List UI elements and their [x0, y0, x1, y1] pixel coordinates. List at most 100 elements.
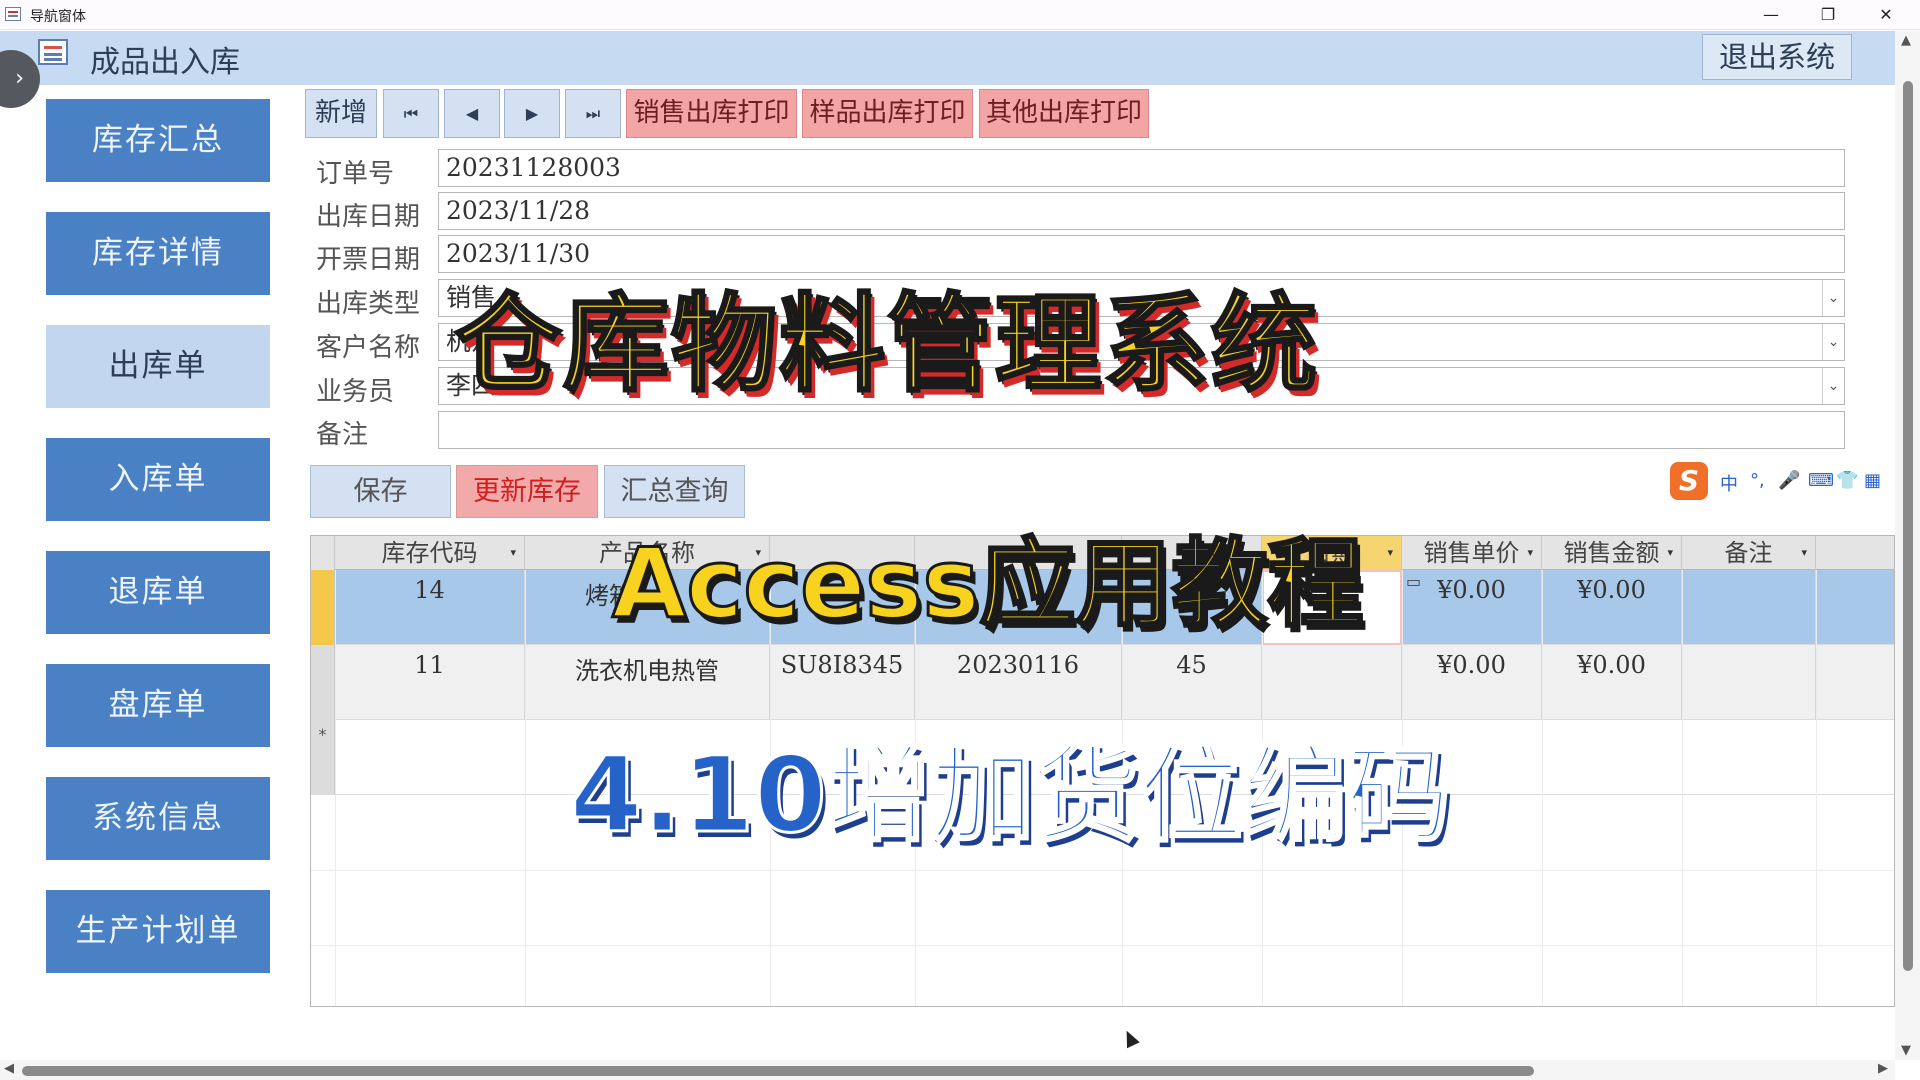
cell-unit-price[interactable]: ¥0.00 — [1402, 645, 1542, 720]
caption-system-title: 仓库物料管理系统 — [454, 282, 1319, 408]
last-record-icon[interactable]: ⏭ — [565, 89, 621, 138]
minimize-button[interactable]: — — [1743, 2, 1799, 28]
cell-amount[interactable]: ¥0.00 — [1542, 645, 1682, 720]
window-title: 导航窗体 — [30, 9, 86, 25]
customer-label: 客户名称 — [316, 333, 421, 363]
exit-system-button[interactable]: 退出系统 — [1702, 34, 1852, 80]
calendar-icon[interactable]: ▭ — [1406, 572, 1421, 591]
horizontal-scroll-thumb[interactable] — [22, 1066, 1534, 1076]
scroll-right-icon[interactable]: ▶ — [1878, 1061, 1888, 1076]
cell-model[interactable]: SU8I8345 — [770, 645, 915, 720]
caption-tutorial-title: Access应用教程 — [611, 527, 1365, 642]
scroll-up-icon[interactable]: ▲ — [1901, 33, 1911, 48]
chevron-down-icon[interactable]: ⌄ — [1822, 280, 1844, 316]
next-record-icon[interactable]: ▶ — [504, 89, 560, 138]
chevron-down-icon[interactable]: ⌄ — [1822, 324, 1844, 360]
cell-product[interactable]: 洗衣机电热管 — [525, 645, 770, 720]
grid-line — [1542, 570, 1543, 1006]
keyboard-icon[interactable]: ⌨ — [1808, 470, 1834, 491]
grid-line — [311, 870, 1894, 871]
sample-outbound-print-button[interactable]: 样品出库打印 — [802, 89, 973, 138]
mouse-cursor-icon — [1120, 1027, 1140, 1049]
grid-line — [335, 570, 336, 1006]
select-all-corner[interactable] — [311, 536, 335, 570]
grid-line — [311, 945, 1894, 946]
form-icon — [38, 39, 68, 65]
skin-icon[interactable]: 👕 — [1836, 470, 1858, 491]
caption-lesson-title: 4.10增加货位编码 — [569, 733, 1453, 858]
remark-field[interactable] — [438, 411, 1845, 449]
prev-record-icon[interactable]: ◀ — [444, 89, 500, 138]
new-row-marker: * — [311, 720, 335, 795]
out-type-label: 出库类型 — [316, 289, 421, 319]
row-selector[interactable] — [311, 570, 335, 645]
ime-punctuation-icon[interactable]: °, — [1750, 470, 1765, 491]
col-header-label: 备注 — [1724, 539, 1773, 567]
nav-stocktake-order[interactable]: 盘库单 — [46, 664, 270, 747]
cell-qty[interactable]: 45 — [1122, 645, 1262, 720]
col-header-amount[interactable]: 销售金额 ▾ — [1542, 536, 1682, 570]
col-header-label: 库存代码 — [381, 539, 478, 567]
other-outbound-print-button[interactable]: 其他出库打印 — [979, 89, 1149, 138]
scroll-down-icon[interactable]: ▼ — [1901, 1043, 1911, 1058]
grid-line — [525, 570, 526, 1006]
nav-return-order[interactable]: 退库单 — [46, 551, 270, 634]
salesman-label: 业务员 — [316, 377, 395, 407]
page-title: 成品出入库 — [90, 45, 240, 80]
cell-amount[interactable]: ¥0.00 — [1542, 570, 1682, 645]
restore-button[interactable]: ❐ — [1800, 2, 1856, 28]
col-header-unit-price[interactable]: 销售单价 ▾ — [1402, 536, 1542, 570]
nav-system-info[interactable]: 系统信息 — [46, 777, 270, 860]
nav-stock-summary[interactable]: 库存汇总 — [46, 99, 270, 182]
dropdown-icon[interactable]: ▾ — [1527, 536, 1533, 570]
nav-production-plan[interactable]: 生产计划单 — [46, 890, 270, 973]
out-date-label: 出库日期 — [316, 202, 421, 232]
scroll-left-icon[interactable]: ◀ — [4, 1061, 14, 1076]
ime-toolbar[interactable]: S 中 °, 🎤 ⌨ 👕 ▦ — [1670, 460, 1890, 504]
col-header-label: 销售单价 — [1423, 539, 1520, 567]
cell-unit-price[interactable]: ▭ ¥0.00 — [1402, 570, 1542, 645]
row-selector[interactable] — [311, 645, 335, 720]
nav-inbound-order[interactable]: 入库单 — [46, 438, 270, 521]
toolbox-icon[interactable]: ▦ — [1864, 470, 1881, 491]
col-header-remark[interactable]: 备注 ▾ — [1682, 536, 1816, 570]
horizontal-scrollbar[interactable]: ◀ ▶ — [0, 1060, 1895, 1080]
cell-batch[interactable]: 20230116 — [915, 645, 1122, 720]
nav-stock-details[interactable]: 库存详情 — [46, 212, 270, 295]
col-header-label: 销售金额 — [1563, 539, 1660, 567]
form-header: 成品出入库 — [0, 31, 1895, 85]
ime-chinese-mode[interactable]: 中 — [1720, 470, 1738, 496]
cell-date[interactable] — [1262, 645, 1402, 720]
dropdown-icon[interactable]: ▾ — [1801, 536, 1807, 570]
dropdown-icon[interactable]: ▾ — [1387, 536, 1393, 570]
close-button[interactable]: ✕ — [1858, 2, 1914, 28]
remark-label: 备注 — [316, 420, 369, 450]
dropdown-icon[interactable]: ▾ — [510, 536, 516, 570]
grid-line — [1816, 570, 1817, 1006]
out-date-field[interactable]: 2023/11/28 — [438, 192, 1845, 230]
dropdown-icon[interactable]: ▾ — [1667, 536, 1673, 570]
chevron-down-icon[interactable]: ⌄ — [1822, 368, 1844, 404]
navigation-pane: 库存汇总 库存详情 出库单 入库单 退库单 盘库单 系统信息 生产计划单 — [0, 85, 292, 1060]
order-no-field[interactable]: 20231128003 — [438, 149, 1845, 187]
cell-stock-code[interactable]: 14 — [335, 570, 525, 645]
cell-remark[interactable] — [1682, 570, 1816, 645]
cell-remark[interactable] — [1682, 645, 1816, 720]
new-record-button[interactable]: 新增 — [305, 89, 377, 138]
first-record-icon[interactable]: ⏮ — [383, 89, 439, 138]
sogou-logo-icon[interactable]: S — [1670, 462, 1708, 500]
grid-line — [1682, 570, 1683, 1006]
table-row[interactable]: 11 洗衣机电热管 SU8I8345 20230116 45 ¥0.00 ¥0.… — [311, 645, 1894, 720]
microphone-icon[interactable]: 🎤 — [1778, 470, 1800, 491]
vertical-scroll-thumb[interactable] — [1903, 81, 1913, 971]
col-header-stock-code[interactable]: 库存代码 ▾ — [335, 536, 525, 570]
update-stock-button[interactable]: 更新库存 — [456, 465, 598, 518]
sales-outbound-print-button[interactable]: 销售出库打印 — [626, 89, 797, 138]
window-titlebar: 导航窗体 — ❐ ✕ — [0, 0, 1920, 30]
form-app-icon — [5, 7, 21, 21]
nav-outbound-order[interactable]: 出库单 — [46, 325, 270, 408]
save-button[interactable]: 保存 — [310, 465, 451, 518]
cell-stock-code[interactable]: 11 — [335, 645, 525, 720]
order-no-label: 订单号 — [316, 159, 395, 189]
vertical-scrollbar[interactable]: ▲ ▼ — [1895, 31, 1920, 1060]
